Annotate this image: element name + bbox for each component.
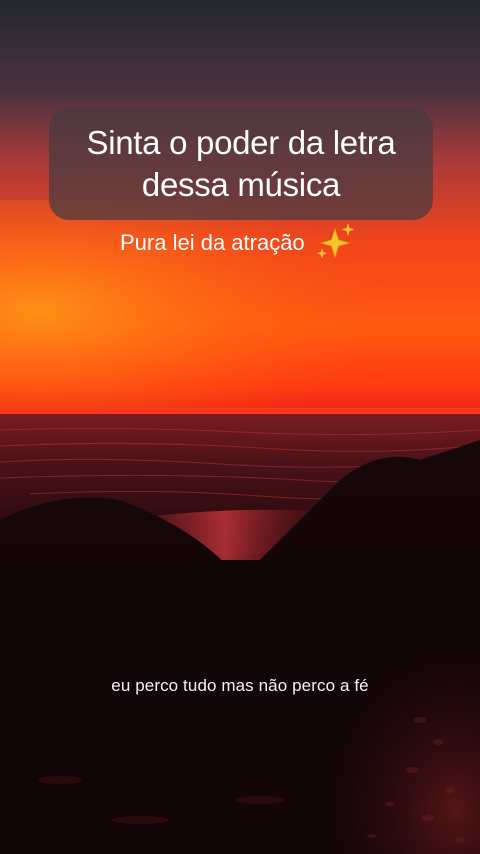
subtitle: Pura lei da atração: [120, 222, 357, 264]
title-card: Sinta o poder da letra dessa música: [49, 108, 433, 220]
title-line-2: dessa música: [141, 166, 341, 203]
title-line-1: Sinta o poder da letra: [86, 124, 396, 161]
sparkles-icon: [316, 223, 355, 259]
subtitle-text: Pura lei da atração: [120, 230, 305, 255]
lyric-caption: eu perco tudo mas não perco a fé: [111, 676, 369, 695]
